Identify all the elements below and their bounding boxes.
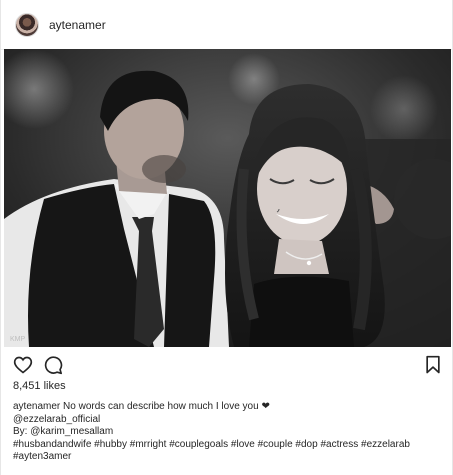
post-actions — [1, 353, 452, 377]
instagram-post: aytenamer KMP 8,451 likes aytenamer No w… — [0, 0, 453, 475]
post-header: aytenamer — [1, 0, 452, 50]
caption-hashtags[interactable]: #husbandandwife #hubby #mrright #coupleg… — [13, 439, 443, 464]
caption-text: No words can describe how much I love yo… — [63, 401, 270, 412]
like-button[interactable] — [11, 353, 35, 377]
avatar[interactable] — [15, 12, 39, 37]
caption-mention[interactable]: @ezzelarab_official — [13, 414, 443, 427]
bookmark-icon — [426, 355, 440, 374]
caption-first-line: aytenamer No words can describe how much… — [13, 401, 443, 414]
post-photo[interactable]: KMP — [4, 49, 451, 347]
heart-outline-icon — [13, 356, 33, 374]
post-username[interactable]: aytenamer — [49, 18, 106, 32]
caption-username[interactable]: aytenamer — [13, 401, 60, 412]
likes-count[interactable]: 8,451 likes — [13, 380, 66, 392]
post-caption: aytenamer No words can describe how much… — [13, 401, 443, 464]
comment-button[interactable] — [41, 353, 65, 377]
couple-photo: KMP — [4, 49, 451, 347]
caption-by-line: By: @karim_mesallam — [13, 426, 114, 437]
save-button[interactable] — [421, 353, 445, 377]
comment-bubble-icon — [44, 356, 63, 375]
photo-watermark: KMP — [10, 336, 26, 343]
